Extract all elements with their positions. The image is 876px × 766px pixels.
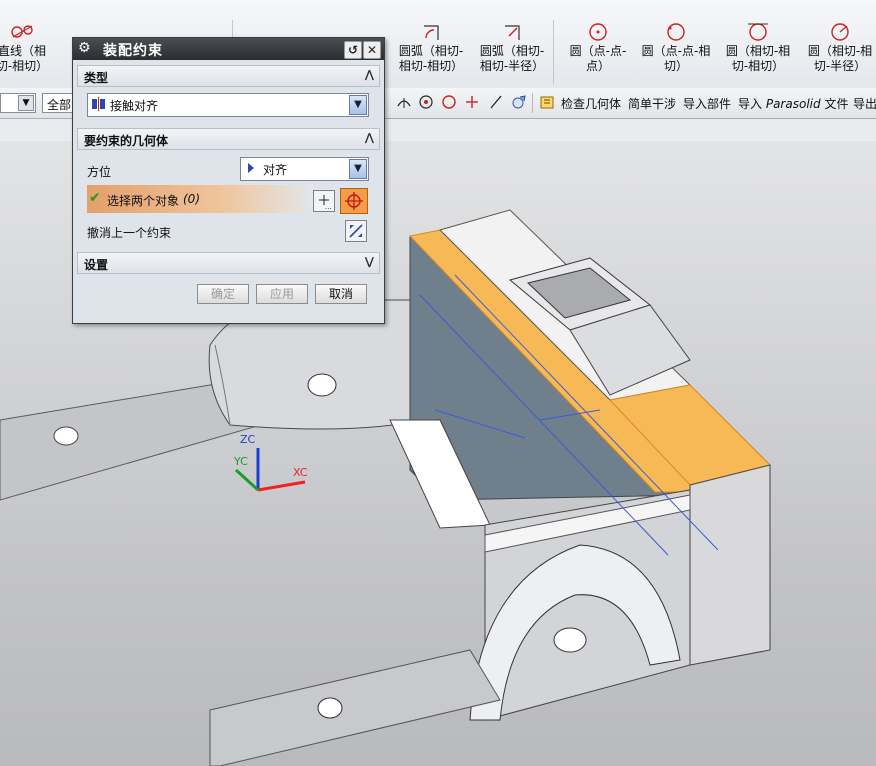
- ribbon-circle-point-point-point[interactable]: 圆（点-点-点）: [564, 0, 632, 88]
- close-icon[interactable]: ✕: [363, 41, 381, 59]
- triad-z-label: ZC: [240, 433, 256, 446]
- ribbon-item-label: 直线（相切-相切）: [0, 44, 49, 73]
- plus-select-icon: ...: [319, 195, 332, 211]
- circle-3tangent-icon: [748, 23, 768, 41]
- plate-hub-hole: [307, 373, 337, 397]
- undo-constraint-icon: [349, 224, 363, 238]
- y-axis: [234, 468, 260, 492]
- gear-icon[interactable]: ⚙: [78, 40, 91, 56]
- import-parasolid-suffix: 文件: [824, 97, 849, 111]
- select-objects-row[interactable]: ✔ 选择两个对象 (0): [87, 185, 313, 213]
- triad-x-label: XC: [293, 466, 308, 479]
- dialog-title-bar[interactable]: ⚙ 装配约束 ↺ ✕: [73, 38, 384, 60]
- settings-section-header[interactable]: 设置 ⋁: [77, 252, 380, 274]
- constraint-type-select[interactable]: 接触对齐 ▼: [87, 93, 369, 117]
- ribbon-circle-tangent-tangent-radius[interactable]: 圆（相切-相切-半径）: [800, 0, 876, 88]
- cancel-button[interactable]: 取消: [315, 284, 367, 304]
- ribbon-arc-tangent-tangent-radius[interactable]: 圆弧（相切-相切-半径）: [474, 0, 550, 88]
- x-axis: [257, 480, 306, 492]
- toolbar-dropdown-left[interactable]: ▼: [0, 93, 36, 113]
- ribbon-item-label: 圆（相切-相切-相切）: [725, 44, 791, 73]
- check-geometry-icon: [540, 96, 554, 109]
- ribbon-arc-tangent-tangent-tangent[interactable]: 圆弧（相切-相切-相切）: [396, 0, 466, 88]
- arc-tangent-icon: [424, 25, 439, 40]
- intersection-icon[interactable]: [488, 94, 504, 110]
- ribbon-circle-point-point-tangent[interactable]: 圆（点-点-相切）: [636, 0, 716, 88]
- chevron-up-icon: ⋀: [364, 131, 374, 144]
- settings-section-label: 设置: [84, 258, 109, 272]
- front-block-side[interactable]: [689, 464, 771, 666]
- type-filter-value: 全部: [47, 98, 72, 112]
- reset-icon[interactable]: ↺: [344, 41, 362, 59]
- circle-3pt-icon: [589, 23, 607, 41]
- svg-text:...: ...: [325, 203, 332, 211]
- import-parasolid-name: Parasolid: [765, 97, 821, 111]
- simple-interference-button[interactable]: 简单干涉: [628, 95, 676, 112]
- chevron-down-icon: ⋁: [364, 255, 374, 268]
- ribbon-item-label: 圆（相切-相切-半径）: [807, 44, 873, 73]
- touch-align-icon: [92, 97, 105, 111]
- import-parasolid-prefix: 导入: [738, 97, 763, 111]
- orientation-select[interactable]: 对齐 ▼: [240, 157, 369, 181]
- existing-point-icon[interactable]: [464, 94, 480, 110]
- quadrant-point-icon[interactable]: [441, 94, 457, 110]
- chevron-down-icon[interactable]: ▼: [349, 159, 367, 179]
- export-button[interactable]: 导出: [853, 95, 876, 112]
- front-arm[interactable]: [209, 649, 501, 766]
- select-objects-label: 选择两个对象: [107, 194, 180, 208]
- ribbon-line-tangent-tangent[interactable]: 直线（相切-相切）: [0, 0, 50, 88]
- chevron-down-icon: ▼: [18, 95, 34, 111]
- geometry-section-label: 要约束的几何体: [84, 134, 169, 148]
- import-parasolid-button[interactable]: 导入 Parasolid 文件: [738, 95, 848, 112]
- perpendicular-icon[interactable]: [396, 94, 412, 110]
- geometry-section-header[interactable]: 要约束的几何体 ⋀: [77, 128, 380, 150]
- ribbon-item-label: 圆弧（相切-相切-半径）: [479, 44, 545, 73]
- wheel-hub-hole: [553, 627, 587, 653]
- ribbon-circle-tangent-tangent-tangent[interactable]: 圆（相切-相切-相切）: [718, 0, 798, 88]
- ribbon-item-label: 圆弧（相切-相切-相切）: [398, 44, 464, 73]
- apply-button[interactable]: 应用: [256, 284, 308, 304]
- undo-last-constraint-label: 撤消上一个约束: [87, 226, 172, 240]
- triad-y-label: YC: [234, 455, 248, 468]
- dialog-title: 装配约束: [103, 43, 163, 59]
- crosshair-icon: [345, 192, 363, 210]
- arm-hole: [53, 426, 79, 446]
- arc-radius-icon: [505, 25, 520, 40]
- constraint-type-value: 接触对齐: [110, 99, 159, 113]
- orientation-value: 对齐: [263, 163, 288, 177]
- type-section-header[interactable]: 类型 ⋀: [77, 65, 380, 87]
- front-arm-hole: [317, 697, 343, 719]
- chevron-up-icon: ⋀: [364, 68, 374, 81]
- circle-pt-tangent-icon: [667, 23, 685, 41]
- import-part-button[interactable]: 导入部件: [683, 95, 731, 112]
- check-icon: ✔: [89, 190, 101, 206]
- select-crosshair-button[interactable]: [340, 188, 368, 214]
- type-filter-select[interactable]: 全部: [42, 93, 76, 113]
- ribbon-item-label: 圆（点-点-点）: [569, 44, 627, 73]
- align-icon: [248, 163, 254, 173]
- ok-button[interactable]: 确定: [197, 284, 249, 304]
- assembly-constraint-dialog: ⚙ 装配约束 ↺ ✕ 类型 ⋀ 接触对齐 ▼ 要约束的几何体 ⋀ 方位 对齐 ▼…: [72, 37, 385, 324]
- orientation-label: 方位: [87, 165, 112, 179]
- arc-center-icon[interactable]: [418, 94, 434, 110]
- point-on-curve-icon[interactable]: [511, 94, 527, 110]
- line-tangent-icon: [11, 25, 33, 38]
- type-section-label: 类型: [84, 71, 109, 85]
- select-objects-count: (0): [183, 192, 200, 206]
- circle-tangent-radius-icon: [831, 23, 849, 41]
- add-object-button[interactable]: ...: [313, 190, 335, 212]
- ribbon-item-label: 圆（点-点-相切）: [641, 44, 711, 73]
- check-geometry-button[interactable]: 检查几何体: [561, 95, 621, 112]
- chevron-down-icon[interactable]: ▼: [349, 95, 367, 115]
- undo-last-constraint-button[interactable]: [345, 220, 367, 242]
